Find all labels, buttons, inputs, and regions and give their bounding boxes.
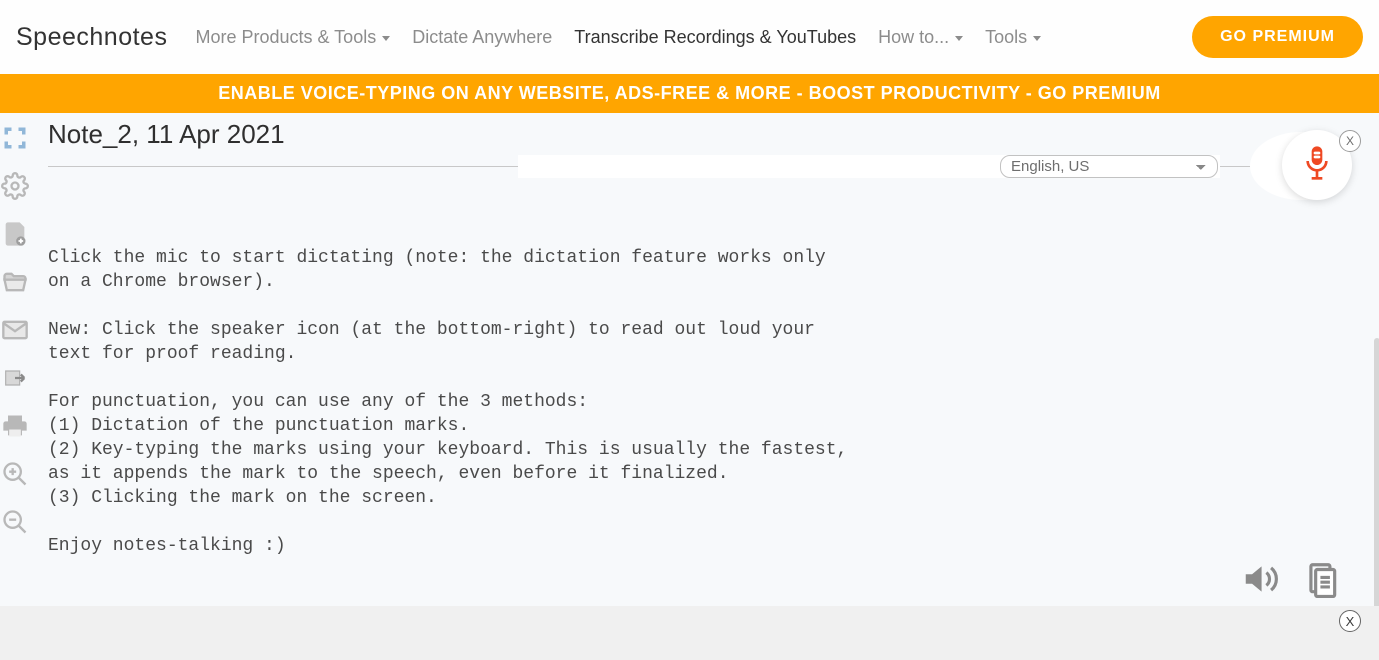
close-ad-button[interactable]: X <box>1339 610 1361 632</box>
zoom-in-icon[interactable] <box>0 459 30 489</box>
go-premium-button[interactable]: GO PREMIUM <box>1192 16 1363 58</box>
brand-logo[interactable]: Speechnotes <box>16 23 167 52</box>
clipboard-icon[interactable] <box>1302 559 1342 599</box>
language-row: English, US <box>48 146 1352 186</box>
zoom-out-icon[interactable] <box>0 507 30 537</box>
bottom-icons <box>1240 559 1342 599</box>
fullscreen-icon[interactable] <box>0 123 30 153</box>
open-folder-icon[interactable] <box>0 267 30 297</box>
new-note-icon[interactable] <box>0 219 30 249</box>
premium-banner[interactable]: ENABLE VOICE-TYPING ON ANY WEBSITE, ADS-… <box>0 74 1379 113</box>
nav-howto-label: How to... <box>878 27 949 48</box>
chevron-down-icon <box>1033 36 1041 41</box>
nav-tools-label: Tools <box>985 27 1027 48</box>
top-navbar: Speechnotes More Products & Tools Dictat… <box>0 0 1379 74</box>
ad-bar <box>0 606 1379 660</box>
email-icon[interactable] <box>0 315 30 345</box>
gear-icon[interactable] <box>0 171 30 201</box>
nav-dictate-label: Dictate Anywhere <box>412 27 552 48</box>
mic-icon <box>1300 145 1334 185</box>
editor-area: Note_2, 11 Apr 2021 English, US <box>30 113 1379 605</box>
nav-tools[interactable]: Tools <box>985 27 1041 48</box>
nav-transcribe-label: Transcribe Recordings & YouTubes <box>574 27 856 48</box>
speaker-icon[interactable] <box>1240 559 1280 599</box>
nav-dictate[interactable]: Dictate Anywhere <box>412 27 552 48</box>
nav-links: More Products & Tools Dictate Anywhere T… <box>195 27 1192 48</box>
left-toolbar <box>0 113 30 605</box>
main-area: Note_2, 11 Apr 2021 English, US <box>0 113 1379 605</box>
note-body[interactable]: Click the mic to start dictating (note: … <box>48 246 858 558</box>
export-icon[interactable] <box>0 363 30 393</box>
nav-more-products[interactable]: More Products & Tools <box>195 27 390 48</box>
close-sidebar-button[interactable]: X <box>1339 130 1361 152</box>
chevron-down-icon <box>382 36 390 41</box>
chevron-down-icon <box>955 36 963 41</box>
nav-transcribe[interactable]: Transcribe Recordings & YouTubes <box>574 27 856 48</box>
nav-howto[interactable]: How to... <box>878 27 963 48</box>
language-select[interactable]: English, US <box>1000 155 1218 178</box>
nav-more-products-label: More Products & Tools <box>195 27 376 48</box>
print-icon[interactable] <box>0 411 30 441</box>
editor-scrollbar[interactable] <box>1374 338 1379 638</box>
